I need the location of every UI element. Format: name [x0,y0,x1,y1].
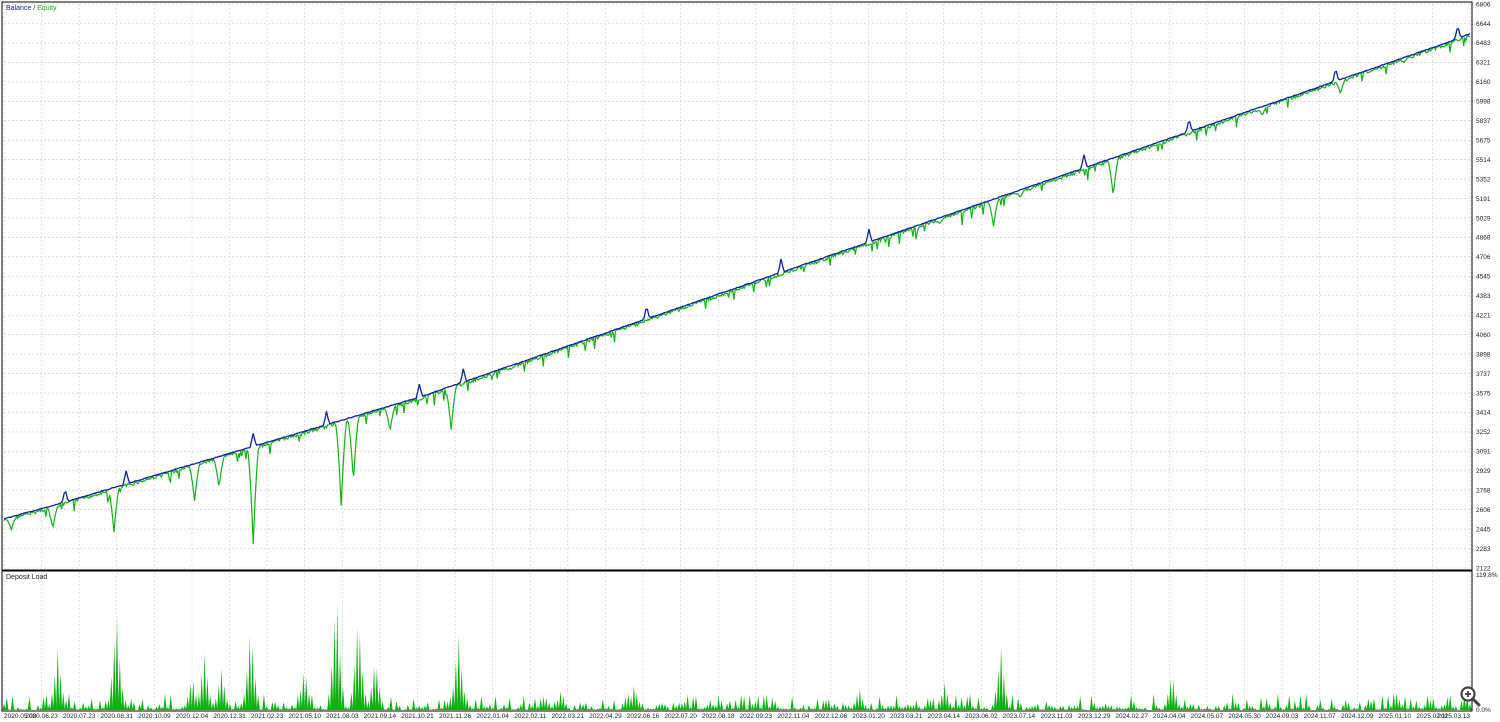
x-tick-label: 2020.12.04 [176,713,209,720]
y-tick-label: 6644 [1476,21,1491,28]
y-tick-label: 4545 [1476,274,1491,281]
x-tick-label: 2023.03.21 [890,713,923,720]
x-tick-label: 2022.12.06 [815,713,848,720]
y-tick-label: 3252 [1476,429,1491,436]
x-tick-label: 2023.01.20 [852,713,885,720]
x-tick-label: 2025.01.10 [1379,713,1412,720]
y-tick-label: 5029 [1476,215,1491,222]
x-tick-label: 2021.10.21 [401,713,434,720]
x-tick-label: 2024.11.07 [1304,713,1336,720]
x-axis: 2020.05.082020.06.23 2020.07.23 2020.08.31… [4,713,1470,720]
y-tick-label: 5998 [1476,99,1491,106]
tester-chart: 6806 6644 6483 6321 6160 5998 5837 5675 5514 5352… [1,1,1498,720]
y-tick-label: 2929 [1476,468,1491,475]
x-tick-label: 2024.02.27 [1115,713,1148,720]
x-tick-label: 2024.12.09 [1341,713,1374,720]
x-tick-label: 2023.06.02 [965,713,998,720]
y-tick-label: 3737 [1476,371,1491,378]
x-tick-label: 2021.02.23 [251,713,284,720]
x-tick-label: 2023.04.14 [927,713,960,720]
y-tick-label: 6806 [1476,1,1491,8]
y-tick-label: 5514 [1476,157,1491,164]
y-tick-label: 5837 [1476,118,1491,125]
main-y-axis: 6806 6644 6483 6321 6160 5998 5837 5675 5514 5352… [1476,1,1491,572]
x-tick-label: 2022.08.18 [702,713,735,720]
x-tick-label: 2022.06.16 [627,713,660,720]
balance-equity-panel: 6806 6644 6483 6321 6160 5998 5837 5675 5514 5352… [1,1,1491,572]
x-tick-label: 2025.03.13 [1437,713,1470,720]
y-tick-label: 3898 [1476,351,1491,358]
legend-equity-label: Equity [37,5,57,12]
x-tick-label: 2024.09.03 [1266,713,1299,720]
x-tick-label: 2022.09.23 [740,713,773,720]
x-tick-label: 2020.10.09 [138,713,171,720]
y-tick-label: 2445 [1476,526,1491,533]
x-tick-label: 2020.07.23 [63,713,96,720]
x-tick-label: 2021.09.14 [364,713,397,720]
y-tick-label: 4868 [1476,235,1491,242]
x-tick-label: 2022.04.29 [589,713,622,720]
y-tick-label: 2606 [1476,507,1491,514]
y-tick-label: 2283 [1476,546,1491,553]
y-tick-label: 3575 [1476,390,1491,397]
x-tick-label: 2022.11.04 [777,713,809,720]
y-tick-label: 4706 [1476,254,1491,261]
x-tick-label: 2022.01.04 [476,713,509,720]
x-tick-label: 2024.04.04 [1153,713,1186,720]
legend-balance-label: Balance [6,5,31,12]
deposit-load-ytick-bottom: 0.0% [1476,707,1491,714]
x-tick-label: 2024.05.07 [1191,713,1224,720]
x-tick-label: 2020.06.23 [25,713,58,720]
legend: Balance / Equity [6,5,57,12]
y-tick-label: 6321 [1476,60,1491,67]
y-tick-label: 5675 [1476,137,1491,144]
x-tick-label: 2021.05.10 [288,713,321,720]
deposit-load-label: Deposit Load [6,574,47,581]
x-tick-label: 2024.05.30 [1228,713,1261,720]
x-tick-label: 2021.08.03 [326,713,359,720]
deposit-load-ytick-top: 119.8% [1476,572,1498,579]
x-tick-label: 2020.08.31 [100,713,133,720]
y-tick-label: 6160 [1476,79,1491,86]
y-tick-label: 4060 [1476,332,1491,339]
y-tick-label: 5191 [1476,196,1491,203]
x-tick-label: 2022.03.21 [552,713,585,720]
x-tick-label: 2023.12.29 [1078,713,1111,720]
magnifier-plus-icon[interactable] [1458,684,1482,708]
x-tick-label: 2022.02.11 [514,713,546,720]
y-tick-label: 5352 [1476,176,1491,183]
x-tick-label: 2023.11.03 [1040,713,1072,720]
y-tick-label: 6483 [1476,40,1491,47]
x-tick-label: 2020.12.31 [213,713,246,720]
y-tick-label: 4383 [1476,293,1491,300]
x-tick-label: 2023.07.14 [1003,713,1036,720]
y-tick-label: 3414 [1476,410,1491,417]
x-tick-label: 2021.11.26 [439,713,471,720]
y-tick-label: 2768 [1476,488,1491,495]
deposit-load-panel: Deposit Load 119.8% 0.0% [1,570,1498,714]
y-tick-label: 4221 [1476,313,1491,320]
x-tick-label: 2022.07.20 [664,713,697,720]
y-tick-label: 3091 [1476,449,1491,456]
